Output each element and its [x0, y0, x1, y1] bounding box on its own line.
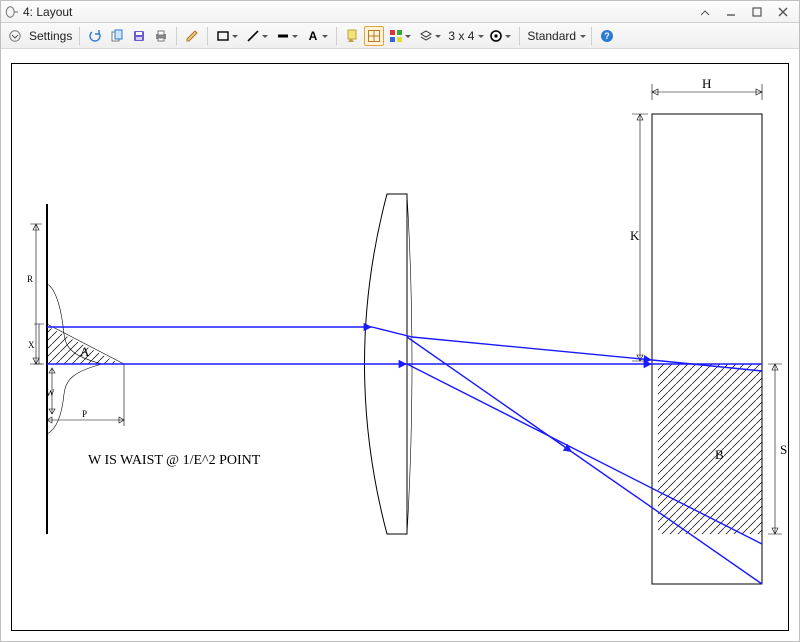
- dim-p-label: P: [82, 409, 87, 419]
- separator: [207, 27, 208, 45]
- dim-s-label: S: [780, 442, 787, 457]
- drawing-canvas[interactable]: H K S B A: [1, 49, 799, 641]
- drawing-frame: H K S B A: [11, 63, 789, 631]
- chevron-down-icon: [580, 35, 586, 41]
- toolbar: Settings A: [1, 23, 799, 49]
- layout-window: 4: Layout Settings: [0, 0, 800, 642]
- dim-x-label: X: [28, 340, 35, 350]
- window-title: 4: Layout: [23, 5, 693, 19]
- pencil-tool-button[interactable]: [182, 26, 202, 46]
- line-weight-button[interactable]: [273, 26, 301, 46]
- app-icon: [5, 5, 19, 19]
- save-button[interactable]: [129, 26, 149, 46]
- minimize-button[interactable]: [719, 4, 743, 20]
- line-tool-button[interactable]: [243, 26, 271, 46]
- area-a-label: A: [80, 344, 90, 359]
- maximize-button[interactable]: [745, 4, 769, 20]
- help-button[interactable]: ?: [597, 26, 617, 46]
- copy-button[interactable]: [107, 26, 127, 46]
- separator: [176, 27, 177, 45]
- separator: [591, 27, 592, 45]
- settings-label[interactable]: Settings: [27, 29, 74, 43]
- area-b-label: B: [715, 447, 724, 462]
- grid-snap-button[interactable]: [364, 26, 384, 46]
- color-palette-button[interactable]: [386, 26, 414, 46]
- svg-text:?: ?: [604, 31, 610, 41]
- separator: [519, 27, 520, 45]
- separator: [79, 27, 80, 45]
- titlebar: 4: Layout: [1, 1, 799, 23]
- dim-h-label: H: [702, 76, 711, 91]
- close-button[interactable]: [771, 4, 795, 20]
- chevron-down-icon: [478, 35, 484, 41]
- dim-k-label: K: [630, 228, 640, 243]
- caption-text: W IS WAIST @ 1/E^2 POINT: [88, 453, 261, 468]
- dim-w-label: W: [46, 388, 55, 398]
- layers-button[interactable]: [416, 26, 444, 46]
- expand-toggle-button[interactable]: [5, 26, 25, 46]
- window-controls: [693, 4, 795, 20]
- rectangle-tool-button[interactable]: [213, 26, 241, 46]
- print-button[interactable]: [151, 26, 171, 46]
- dim-r-label: R: [27, 274, 33, 284]
- text-tool-button[interactable]: A: [303, 26, 331, 46]
- separator: [336, 27, 337, 45]
- restore-down-button[interactable]: [693, 4, 717, 20]
- highlight-button[interactable]: [342, 26, 362, 46]
- svg-text:A: A: [309, 29, 318, 43]
- target-button[interactable]: [486, 26, 514, 46]
- refresh-button[interactable]: [85, 26, 105, 46]
- style-dropdown[interactable]: Standard: [525, 29, 588, 43]
